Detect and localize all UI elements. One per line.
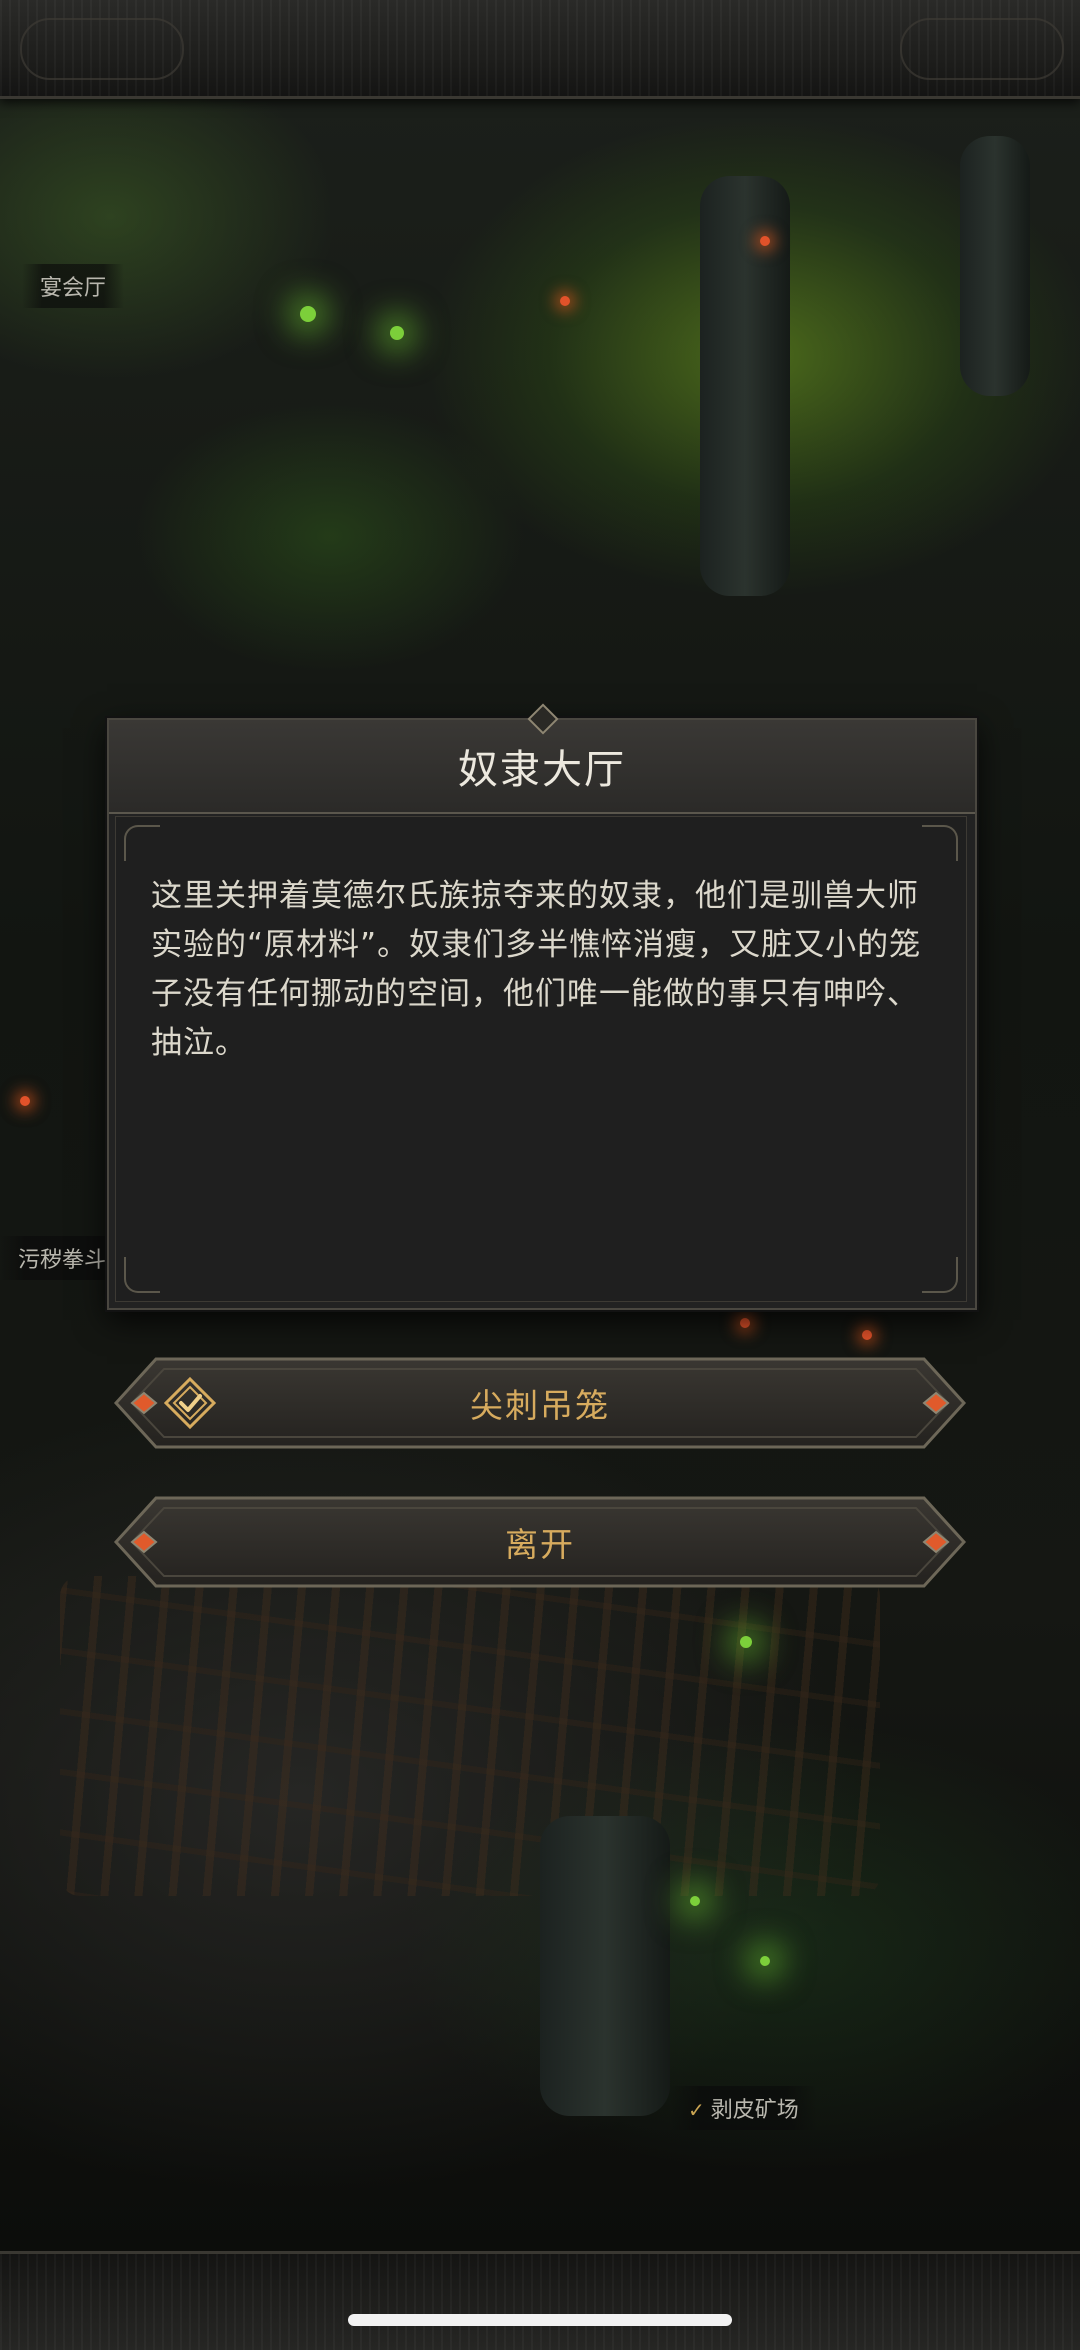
map-location-label: 污秽拳斗 <box>18 1248 107 1273</box>
checkmark-icon: ✓ <box>688 2098 705 2122</box>
option-spiked-cage-button[interactable]: 尖刺吊笼 <box>112 1355 968 1451</box>
stone-pillar <box>700 176 790 596</box>
dialog-description: 这里关押着莫德尔氏族掠夺来的奴隶，他们是驯兽大师实验的“原材料”。奴隶们多半憔悴… <box>151 878 922 1061</box>
bottom-ornamental-frame <box>0 2251 1080 2350</box>
green-glow-light <box>740 1636 752 1648</box>
ember-light <box>740 1318 750 1328</box>
option-label: 尖刺吊笼 <box>470 1386 610 1425</box>
option-label: 离开 <box>505 1525 575 1564</box>
map-location-label: 宴会厅 <box>40 276 107 301</box>
option-leave-button[interactable]: 离开 <box>112 1494 968 1590</box>
dialog-title: 奴隶大厅 <box>458 747 626 793</box>
ember-light <box>862 1330 872 1340</box>
map-location-skinning-mine[interactable]: ✓ 剥皮矿场 <box>670 2086 817 2130</box>
dialog-header: 奴隶大厅 <box>109 703 975 814</box>
home-indicator[interactable] <box>348 2314 732 2326</box>
ember-light <box>760 236 770 246</box>
green-glow-light <box>390 326 404 340</box>
stone-pillar <box>960 136 1030 396</box>
green-glow-light <box>300 306 316 322</box>
map-location-label: 剥皮矿场 <box>710 2098 799 2123</box>
corner-ornament <box>124 825 160 861</box>
corner-ornament <box>124 1257 160 1293</box>
frame-ornament <box>900 18 1064 80</box>
ember-light <box>20 1096 30 1106</box>
top-ornamental-frame <box>0 0 1080 99</box>
map-location-fight-pit[interactable]: 污秽拳斗 <box>0 1236 125 1280</box>
stone-pillar <box>540 1816 670 2116</box>
map-location-banquet-hall[interactable]: 宴会厅 <box>22 264 125 308</box>
cage-lattice-decoration <box>60 1576 880 1896</box>
frame-ornament <box>20 18 184 80</box>
corner-ornament <box>922 1257 958 1293</box>
corner-ornament <box>922 825 958 861</box>
green-glow-light <box>760 1956 770 1966</box>
ember-light <box>560 296 570 306</box>
green-glow-light <box>690 1896 700 1906</box>
event-dialog: 奴隶大厅 这里关押着莫德尔氏族掠夺来的奴隶，他们是驯兽大师实验的“原材料”。奴隶… <box>107 703 977 1310</box>
